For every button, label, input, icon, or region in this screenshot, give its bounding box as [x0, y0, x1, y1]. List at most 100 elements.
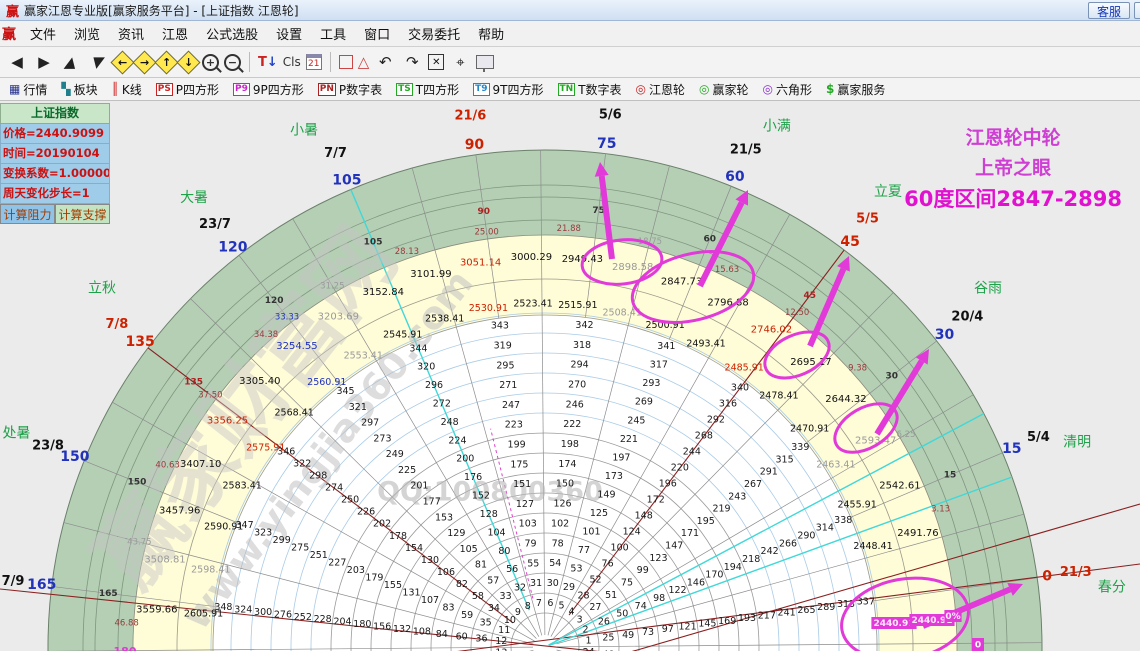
delete-box-icon[interactable]: ✕ [428, 54, 445, 70]
spiral-number: 219 [712, 504, 730, 515]
calendar-icon[interactable]: 21 [305, 54, 322, 70]
solar-term-label: 春分 [1098, 579, 1126, 595]
spiral-number: 172 [647, 495, 665, 506]
time-updown-icon[interactable]: T↓ [258, 55, 278, 70]
spiral-number: 100 [611, 542, 629, 553]
date-label: 7/8 [106, 317, 129, 332]
nav-up-icon[interactable]: ▲ [57, 51, 84, 73]
zoom-in-icon[interactable]: + [202, 53, 219, 71]
rotate-cw-icon[interactable]: ↷ [401, 51, 423, 73]
tool-板块[interactable]: ▚ 板块 [56, 80, 102, 99]
tool-9T四方形[interactable]: T9 9T四方形 [468, 80, 548, 99]
tool-9P四方形[interactable]: P9 9P四方形 [228, 80, 309, 99]
outer-degree-label: 30 [935, 327, 955, 343]
spiral-number: 99 [637, 565, 649, 576]
customer-service-button[interactable]: 客服 [1087, 1, 1130, 19]
spiral-number: 12 [495, 636, 507, 647]
tool-行情[interactable]: ▦ 行情 [4, 80, 52, 99]
tool-六角形[interactable]: ◎ 六角形 [758, 80, 818, 99]
partial-button[interactable] [1134, 1, 1140, 19]
calc-resistance-button[interactable]: 计算阻力 [0, 204, 55, 224]
highlight-cell-value: 2440.91 [874, 619, 915, 629]
menu-item-3[interactable]: 江恩 [153, 24, 197, 43]
diamond-right-icon[interactable]: → [132, 49, 157, 75]
price-inner-label: 2590.91 [204, 521, 243, 532]
spiral-number: 127 [516, 499, 534, 510]
tool-label: 江恩轮 [649, 82, 686, 97]
diamond-down-icon[interactable]: ↓ [176, 49, 201, 75]
price-inner-label: 2538.41 [425, 313, 464, 324]
solar-term-label: 清明 [1063, 435, 1091, 451]
spiral-number: 32 [514, 583, 526, 594]
menu-item-5[interactable]: 设置 [267, 24, 311, 43]
percent-label: 9.38 [848, 363, 867, 373]
spiral-number: 338 [834, 515, 852, 526]
spiral-number: 291 [760, 467, 778, 478]
menu-item-7[interactable]: 窗口 [355, 24, 399, 43]
menu-item-2[interactable]: 资讯 [109, 24, 153, 43]
menu-item-8[interactable]: 交易委托 [399, 24, 469, 43]
menu-item-6[interactable]: 工具 [311, 24, 355, 43]
diamond-up-icon[interactable]: ↑ [154, 49, 179, 75]
price-inner-label: 2448.41 [853, 541, 892, 552]
zoom-out-icon[interactable]: − [224, 53, 241, 71]
inner-degree-label: 90 [477, 207, 490, 217]
tool-P四方形[interactable]: PS P四方形 [151, 80, 224, 99]
spiral-number: 195 [697, 516, 715, 527]
spiral-number: 60 [456, 631, 468, 642]
menu-item-9[interactable]: 帮助 [469, 24, 513, 43]
tool-T四方形[interactable]: TS T四方形 [391, 80, 464, 99]
spiral-number: 84 [436, 629, 448, 640]
price-inner-label: 2463.41 [816, 460, 855, 471]
spiral-number: 337 [857, 596, 875, 607]
date-label: 23/7 [199, 217, 231, 232]
spiral-number: 203 [347, 565, 365, 576]
spiral-number: 342 [575, 320, 593, 331]
cls-button[interactable]: Cls [283, 55, 301, 69]
highlight-mark-value: 0 [975, 641, 981, 651]
menu-item-4[interactable]: 公式选股 [197, 24, 267, 43]
spiral-number: 246 [566, 399, 584, 410]
spiral-number: 179 [365, 573, 383, 584]
presentation-icon[interactable] [476, 55, 495, 72]
percent-label: 33.33 [275, 312, 299, 322]
nav-right-icon[interactable]: ▶ [33, 51, 55, 73]
inner-degree-label: 15 [944, 471, 957, 481]
nav-left-icon[interactable]: ◀ [6, 51, 28, 73]
spiral-number: 7 [536, 598, 542, 609]
date-label: 21/3 [1060, 565, 1092, 580]
tool-P数字表[interactable]: PN P数字表 [313, 80, 387, 99]
triangle-tool-icon[interactable]: △ [358, 53, 370, 71]
calc-support-button[interactable]: 计算支撑 [55, 204, 110, 224]
tool-赢家服务[interactable]: $ 赢家服务 [821, 80, 890, 99]
spiral-number: 155 [384, 580, 402, 591]
tool-江恩轮[interactable]: ◎ 江恩轮 [631, 80, 691, 99]
square-tool-icon[interactable] [338, 55, 353, 69]
menu-item-0[interactable]: 文件 [21, 24, 65, 43]
menu-item-1[interactable]: 浏览 [65, 24, 109, 43]
outer-degree-label: 120 [218, 239, 247, 255]
spiral-number: 121 [679, 621, 697, 632]
spiral-number: 252 [294, 612, 312, 623]
center-target-icon[interactable]: ⌖ [449, 51, 471, 73]
tool-T数字表[interactable]: TN T数字表 [553, 80, 627, 99]
spiral-number: 152 [472, 491, 490, 502]
inner-degree-label: 135 [184, 378, 203, 388]
tool-赢家轮[interactable]: ◎ 赢家轮 [694, 80, 754, 99]
9t-square-icon: T9 [473, 82, 490, 96]
spiral-number: 194 [724, 562, 742, 573]
spiral-number: 35 [480, 618, 492, 629]
diamond-left-icon[interactable]: ← [110, 49, 135, 75]
spiral-number: 244 [683, 447, 701, 458]
price-outer-label: 3101.99 [410, 269, 451, 280]
spiral-number: 154 [405, 543, 423, 554]
spiral-number: 340 [731, 383, 749, 394]
tool-K线[interactable]: ║ K线 [107, 80, 147, 99]
rotate-ccw-icon[interactable]: ↶ [374, 51, 396, 73]
solar-term-label: 小暑 [290, 122, 318, 138]
spiral-number: 148 [635, 511, 653, 522]
spiral-number: 3 [577, 614, 583, 625]
nav-down-icon[interactable]: ▼ [84, 51, 111, 73]
spiral-number: 297 [361, 418, 379, 429]
spiral-number: 248 [441, 417, 459, 428]
